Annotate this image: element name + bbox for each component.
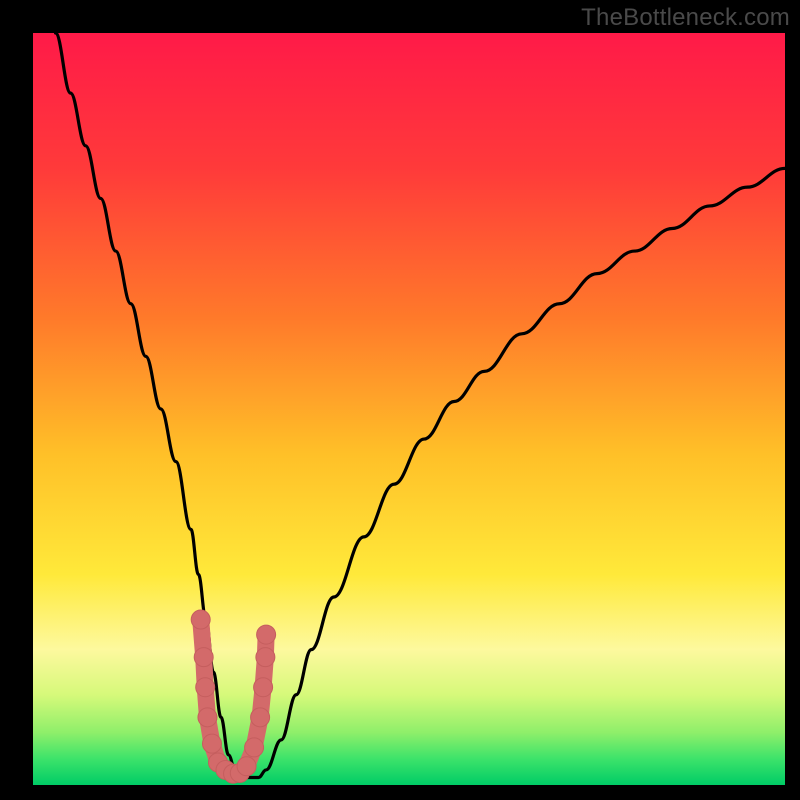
watermark-text: TheBottleneck.com [581,4,790,32]
highlight-point [254,678,273,697]
chart-container: TheBottleneck.com [0,0,800,800]
highlight-point [257,625,276,644]
highlight-point [202,734,221,753]
highlight-point [191,610,210,629]
highlight-point [196,678,215,697]
highlight-point [198,708,217,727]
highlight-point [237,757,256,776]
highlight-point [251,708,270,727]
plot-area [33,33,785,785]
gradient-background [33,33,785,785]
chart-svg [33,33,785,785]
highlight-point [245,738,264,757]
highlight-point [256,648,275,667]
highlight-point [194,648,213,667]
